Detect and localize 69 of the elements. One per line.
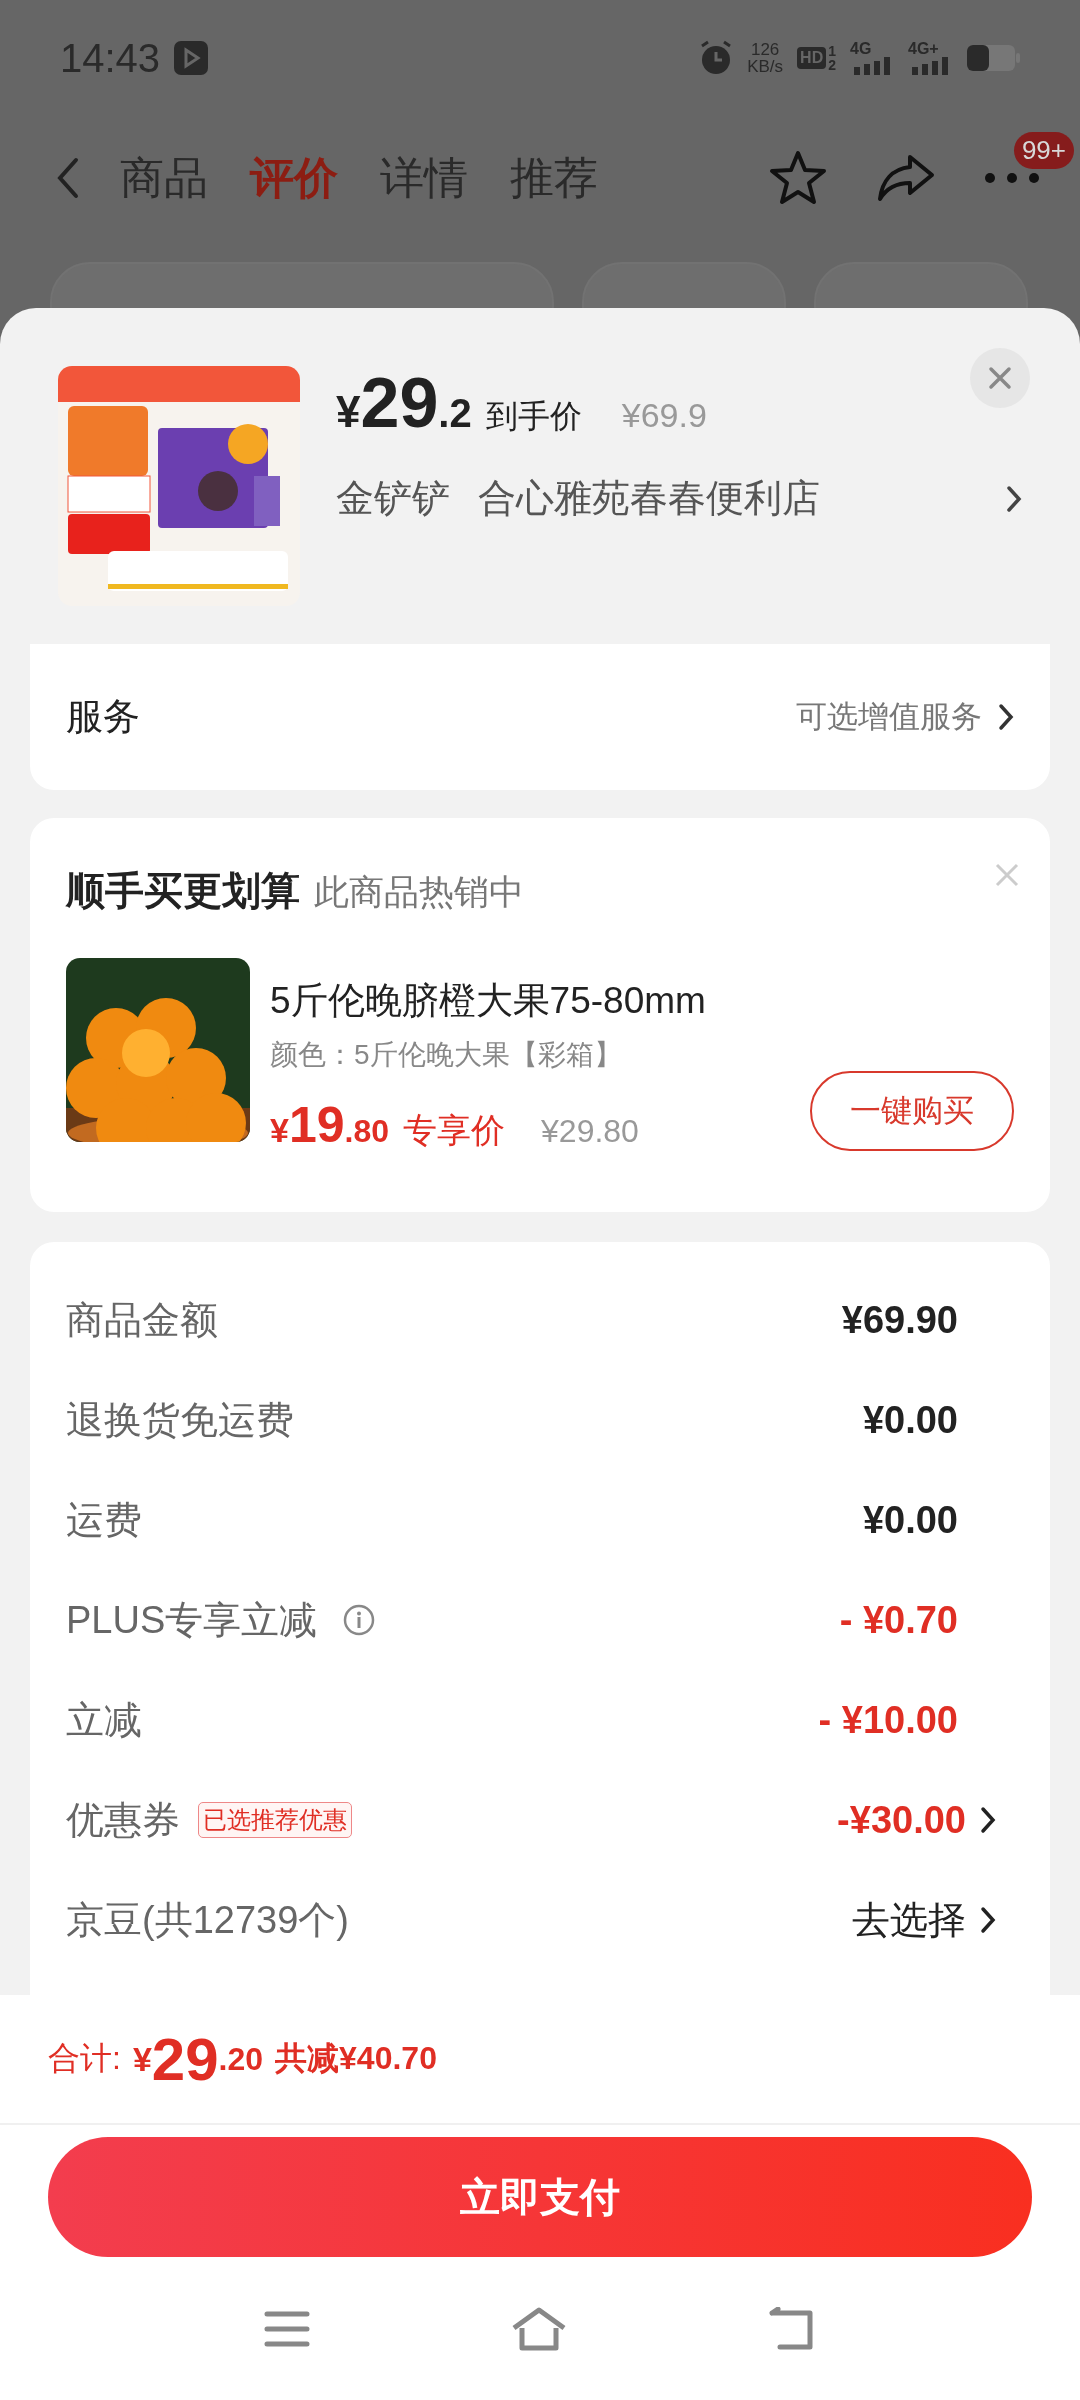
network-type: 4G+ [908,41,939,57]
nav-tab[interactable]: 评价 [250,148,338,208]
item-name: 5斤伦晚脐橙大果75-80mm [270,979,707,1023]
price-label: 到手价 [485,397,582,436]
summary-label: 退换货免运费 [66,1397,294,1443]
original-price: ¥69.9 [621,396,707,435]
total-savings: 共减¥40.70 [275,2039,437,2078]
network-speed: 126 [750,41,780,58]
summary-label: 立减 [66,1697,142,1743]
original-price: ¥29.80 [541,1113,639,1150]
price: 29 [360,368,439,438]
variant-name: 金铲铲 [336,476,450,521]
chevron-right-icon [998,703,1014,731]
home-icon[interactable] [510,2305,568,2352]
notification-badge: 99+ [1013,132,1074,169]
menu-icon[interactable] [264,2309,310,2348]
summary-value: 去选择 [852,1897,966,1943]
back-icon[interactable] [768,2306,816,2351]
speed-unit: KB/s [747,58,784,75]
buy-button[interactable]: 一键购买 [810,1071,1014,1151]
nav-tab[interactable]: 商品 [120,148,208,208]
summary-value: -¥30.00 [837,1798,966,1842]
currency-symbol: ¥ [132,2039,152,2078]
close-icon [988,366,1012,390]
hd-indicator: HD [797,47,827,69]
currency-symbol: ¥ [270,1111,289,1150]
price-label: 专享价 [403,1110,506,1151]
summary-label: 运费 [66,1497,142,1543]
chevron-right-icon [980,1906,996,1934]
price-decimal: .80 [344,1113,390,1150]
summary-value: - ¥10.00 [818,1698,958,1742]
currency-symbol: ¥ [336,387,361,437]
battery-icon [966,44,1020,72]
info-icon[interactable] [343,1604,376,1636]
summary-value: - ¥0.70 [839,1598,958,1642]
services-card[interactable]: 服务 可选增值服务 [30,644,1050,790]
pay-button[interactable]: 立即支付 [48,2137,1032,2257]
store-name: 合心雅苑春春便利店 [478,476,821,521]
total-price: 29 [151,2024,219,2094]
total-label: 合计: [48,2039,121,2078]
coupon-tag: 已选推荐优惠 [198,1802,352,1838]
share-icon[interactable] [876,153,936,203]
chevron-right-icon [1006,484,1022,513]
clock-time: 14:43 [60,35,161,81]
summary-value: ¥69.90 [841,1298,958,1342]
summary-label: 商品金额 [66,1297,218,1343]
chevron-right-icon [980,1806,996,1834]
nav-tab[interactable]: 推荐 [510,148,598,208]
more-icon[interactable] [984,172,1040,184]
summary-value: ¥0.00 [862,1498,958,1542]
price-decimal: .2 [438,391,472,436]
back-icon[interactable] [56,157,80,199]
sim-number: 2 [828,58,836,72]
summary-label: PLUS专享立减 [66,1597,318,1643]
summary-value: ¥0.00 [862,1398,958,1442]
summary-label: 优惠券 [66,1797,180,1843]
services-hint: 可选增值服务 [796,698,982,736]
addon-title: 顺手买更划算 [66,868,300,914]
price: 19 [288,1096,345,1154]
summary-label: 京豆(共12739个) [66,1897,349,1943]
star-icon[interactable] [768,149,828,207]
network-type: 4G [850,41,872,57]
nav-tab[interactable]: 详情 [380,148,468,208]
play-icon [174,41,209,75]
sim-number: 1 [828,44,836,58]
services-label: 服务 [66,695,141,739]
item-spec: 颜色：5斤伦晚大果【彩箱】 [270,1038,623,1072]
price-decimal: .20 [218,2040,264,2078]
addon-subtitle: 此商品热销中 [314,871,524,913]
